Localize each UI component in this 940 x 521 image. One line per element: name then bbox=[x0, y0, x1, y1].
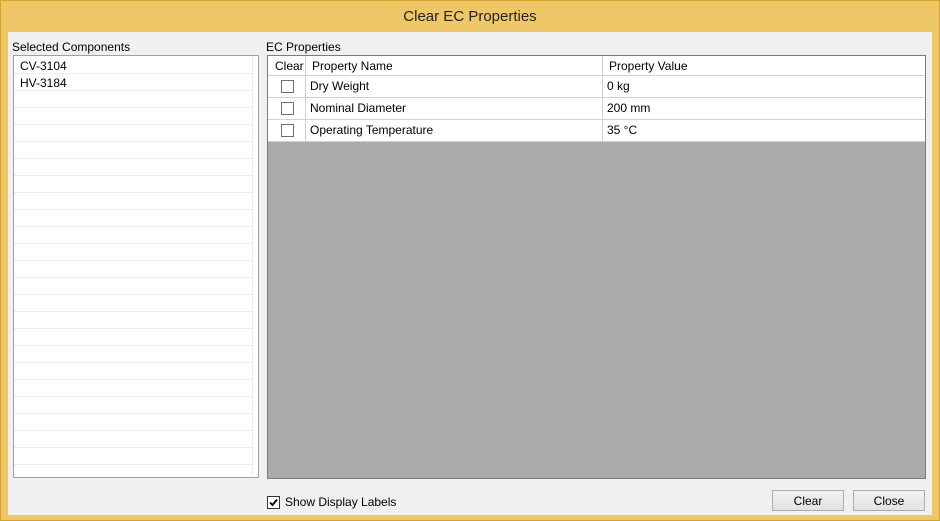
list-row-divider bbox=[14, 345, 252, 346]
list-row-divider bbox=[14, 328, 252, 329]
table-row[interactable]: Dry Weight 0 kg bbox=[268, 76, 925, 98]
ec-properties-label: EC Properties bbox=[266, 40, 341, 54]
list-row-divider bbox=[14, 107, 252, 108]
list-row-divider bbox=[14, 209, 252, 210]
property-value-cell[interactable]: 200 mm bbox=[603, 98, 925, 119]
column-header-clear[interactable]: Clear bbox=[268, 56, 306, 76]
clear-cell bbox=[268, 76, 306, 97]
dialog-body: Selected Components CV-3104 HV-3184 EC P… bbox=[8, 32, 932, 515]
property-name-cell[interactable]: Nominal Diameter bbox=[306, 98, 603, 119]
dialog-window: Clear EC Properties Selected Components … bbox=[0, 0, 940, 521]
list-row-divider bbox=[14, 226, 252, 227]
property-name-cell[interactable]: Operating Temperature bbox=[306, 120, 603, 141]
list-row-divider bbox=[14, 192, 252, 193]
clear-button[interactable]: Clear bbox=[772, 490, 844, 511]
column-header-property-value[interactable]: Property Value bbox=[603, 56, 925, 76]
property-name-cell[interactable]: Dry Weight bbox=[306, 76, 603, 97]
list-column-divider bbox=[252, 56, 253, 477]
list-row-divider bbox=[14, 430, 252, 431]
list-row-divider bbox=[14, 396, 252, 397]
clear-checkbox-dry-weight[interactable] bbox=[281, 80, 294, 93]
clear-checkbox-nominal-diameter[interactable] bbox=[281, 102, 294, 115]
clear-checkbox-operating-temperature[interactable] bbox=[281, 124, 294, 137]
list-item-hv-3184[interactable]: HV-3184 bbox=[20, 75, 67, 91]
list-row-divider bbox=[14, 447, 252, 448]
list-row-divider bbox=[14, 141, 252, 142]
show-display-labels-label[interactable]: Show Display Labels bbox=[285, 495, 396, 509]
list-item-cv-3104[interactable]: CV-3104 bbox=[20, 58, 67, 74]
close-button[interactable]: Close bbox=[853, 490, 925, 511]
list-row-divider bbox=[14, 413, 252, 414]
list-row-divider bbox=[14, 379, 252, 380]
list-row-divider bbox=[14, 311, 252, 312]
property-value-cell[interactable]: 0 kg bbox=[603, 76, 925, 97]
table-row[interactable]: Nominal Diameter 200 mm bbox=[268, 98, 925, 120]
column-header-property-name[interactable]: Property Name bbox=[306, 56, 603, 76]
clear-cell bbox=[268, 98, 306, 119]
show-display-labels-checkbox[interactable] bbox=[267, 496, 280, 509]
list-row-divider bbox=[14, 362, 252, 363]
list-row-divider bbox=[14, 175, 252, 176]
grid-header: Clear Property Name Property Value bbox=[268, 56, 925, 76]
list-row-divider bbox=[14, 294, 252, 295]
list-row-divider bbox=[14, 158, 252, 159]
ec-properties-grid: Clear Property Name Property Value Dry W… bbox=[267, 55, 926, 479]
list-row-divider bbox=[14, 277, 252, 278]
checkmark-icon bbox=[269, 498, 278, 507]
selected-components-label: Selected Components bbox=[12, 40, 131, 54]
property-value-cell[interactable]: 35 °C bbox=[603, 120, 925, 141]
table-row[interactable]: Operating Temperature 35 °C bbox=[268, 120, 925, 142]
list-row-divider bbox=[14, 260, 252, 261]
window-title: Clear EC Properties bbox=[403, 8, 537, 25]
list-row-divider bbox=[14, 243, 252, 244]
list-row-divider bbox=[14, 124, 252, 125]
clear-cell bbox=[268, 120, 306, 141]
list-row-divider bbox=[14, 464, 252, 465]
title-bar[interactable]: Clear EC Properties bbox=[1, 1, 939, 32]
selected-components-list[interactable]: CV-3104 HV-3184 bbox=[13, 55, 259, 478]
